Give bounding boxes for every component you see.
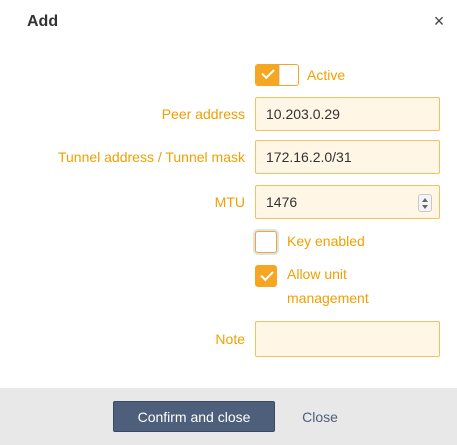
allow-unit-management-label-line1: Allow unit <box>287 266 347 282</box>
mtu-input[interactable] <box>255 185 440 219</box>
key-enabled-label: Key enabled <box>287 233 365 249</box>
dialog-footer: Confirm and close Close <box>0 388 457 445</box>
tunnel-address-label: Tunnel address / Tunnel mask <box>57 149 245 165</box>
key-enabled-checkbox[interactable] <box>255 231 277 253</box>
close-button[interactable]: Close <box>290 401 350 432</box>
check-icon <box>260 267 274 282</box>
peer-address-label: Peer address <box>161 106 245 122</box>
toggle-on-part <box>256 65 280 85</box>
toggle-knob <box>279 65 298 85</box>
spinner-down-icon[interactable] <box>422 205 428 209</box>
close-icon[interactable]: × <box>432 12 446 30</box>
peer-address-input[interactable] <box>255 97 440 131</box>
confirm-and-close-button[interactable]: Confirm and close <box>113 401 275 432</box>
note-input[interactable] <box>255 321 440 357</box>
allow-unit-management-checkbox[interactable] <box>255 265 277 287</box>
tunnel-address-input[interactable] <box>255 140 440 174</box>
spinner-up-icon[interactable] <box>422 198 428 202</box>
spinner-icon[interactable] <box>418 194 432 212</box>
allow-unit-management-label-line2: management <box>287 290 369 306</box>
dialog-title: Add <box>27 13 59 30</box>
mtu-label: MTU <box>214 194 245 210</box>
active-toggle[interactable] <box>255 64 299 86</box>
check-icon <box>261 65 275 80</box>
active-label: Active <box>307 67 346 83</box>
note-label: Note <box>215 331 245 347</box>
add-dialog: Add × Active Peer address Tunnel address… <box>0 0 457 445</box>
